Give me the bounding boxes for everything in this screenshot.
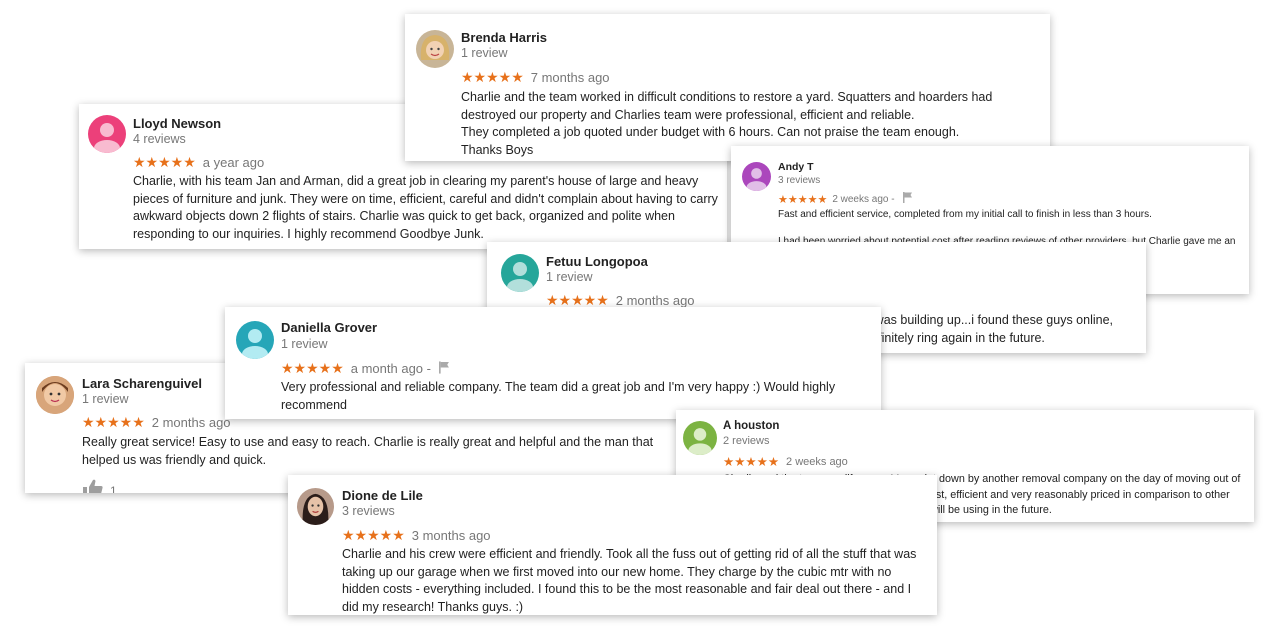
avatar (683, 421, 717, 455)
review-card-dione: Dione de Lile 3 reviews ★★★★★ 3 months a… (288, 475, 937, 615)
review-paragraph: Fast and efficient service, completed fr… (778, 209, 1152, 220)
review-card-brenda: Brenda Harris 1 review ★★★★★ 7 months ag… (405, 14, 1050, 161)
avatar (742, 162, 771, 191)
rating-row: ★★★★★ 2 months ago (82, 414, 231, 431)
review-count[interactable]: 1 review (281, 337, 328, 351)
review-paragraph: Charlie and the team worked in difficult… (461, 90, 993, 122)
star-rating: ★★★★★ (723, 455, 780, 469)
review-count[interactable]: 3 reviews (342, 504, 395, 518)
rating-row: ★★★★★ 2 weeks ago (723, 454, 848, 469)
reviewer-name[interactable]: Andy T (778, 161, 814, 173)
review-text: Charlie and his crew were efficient and … (342, 547, 917, 614)
avatar (236, 321, 274, 359)
like-count: 1 (110, 483, 117, 494)
reviewer-name[interactable]: Lloyd Newson (133, 116, 221, 131)
review-paragraph: They completed a job quoted under budget… (461, 125, 960, 139)
rating-row: ★★★★★ 7 months ago (461, 69, 610, 86)
review-text: Very professional and reliable company. … (281, 380, 836, 412)
reviewer-name[interactable]: Dione de Lile (342, 488, 423, 503)
reviewer-name[interactable]: Lara Scharenguivel (82, 376, 202, 391)
star-rating: ★★★★★ (461, 69, 524, 85)
avatar (88, 115, 126, 153)
reviewer-name[interactable]: Brenda Harris (461, 30, 547, 45)
review-count[interactable]: 4 reviews (133, 132, 186, 146)
thumbs-up-icon (82, 478, 104, 493)
review-date: 2 months ago (151, 415, 231, 430)
review-text: Charlie, with his team Jan and Arman, di… (133, 174, 718, 241)
review-date: 3 months ago (411, 528, 491, 543)
review-card-daniella: Daniella Grover 1 review ★★★★★ a month a… (225, 307, 881, 419)
review-count[interactable]: 1 review (82, 392, 129, 406)
review-count[interactable]: 1 review (546, 270, 593, 284)
review-date: 7 months ago (530, 70, 610, 85)
flag-icon[interactable] (438, 360, 450, 377)
rating-row: ★★★★★ 3 months ago (342, 527, 491, 544)
star-rating: ★★★★★ (82, 414, 145, 430)
rating-row: ★★★★★ a year ago (133, 154, 264, 171)
review-date: a year ago (202, 155, 265, 170)
reviewer-name[interactable]: Daniella Grover (281, 320, 377, 335)
review-count[interactable]: 3 reviews (778, 175, 820, 186)
avatar (36, 376, 74, 414)
review-count[interactable]: 2 reviews (723, 435, 769, 447)
star-rating: ★★★★★ (281, 360, 344, 376)
flag-icon[interactable] (902, 192, 913, 206)
review-date: a month ago - (350, 361, 431, 376)
star-rating: ★★★★★ (342, 527, 405, 543)
reviewer-name[interactable]: Fetuu Longopoa (546, 254, 648, 269)
reviewer-name[interactable]: A houston (723, 420, 779, 432)
review-date: 2 weeks ago (786, 455, 848, 468)
rating-row: ★★★★★ 2 weeks ago - (778, 192, 913, 206)
avatar (501, 254, 539, 292)
avatar (416, 30, 454, 68)
avatar (297, 488, 334, 525)
review-count[interactable]: 1 review (461, 46, 508, 60)
rating-row: ★★★★★ a month ago - (281, 360, 450, 377)
review-text: Really great service! Easy to use and ea… (82, 435, 654, 467)
review-date: 2 months ago (615, 293, 695, 308)
review-date: 2 weeks ago - (832, 193, 895, 205)
star-rating: ★★★★★ (778, 193, 828, 206)
thumbs-up-button[interactable]: 1 (82, 478, 117, 493)
star-rating: ★★★★★ (133, 154, 196, 170)
